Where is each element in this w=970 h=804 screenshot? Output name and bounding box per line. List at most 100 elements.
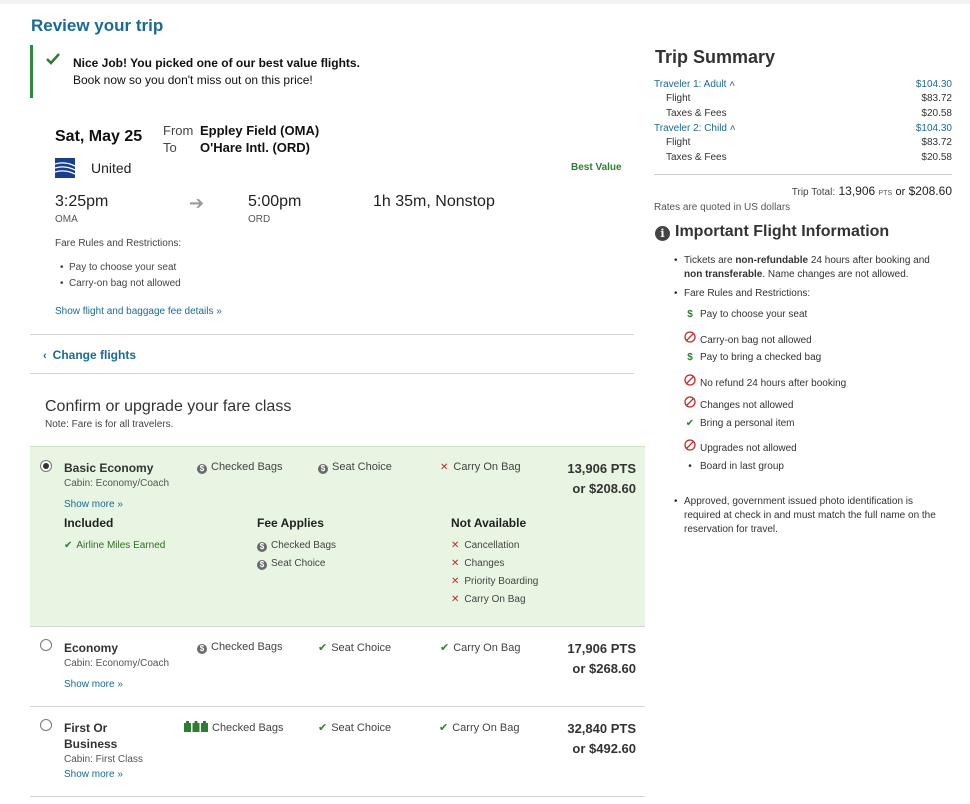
important-info-title: i Important Flight Information — [655, 223, 889, 241]
fee-label: Checked Bags — [271, 540, 337, 551]
fare-name-line2: Business — [64, 737, 118, 751]
chevron-left-icon: ‹ — [43, 350, 47, 362]
feature-label: Seat Choice — [332, 461, 392, 473]
traveler-1-total: $104.30 — [915, 79, 952, 90]
check-icon: ✔ — [64, 540, 73, 551]
important-info-label: Important Flight Information — [675, 223, 890, 240]
cost-amount: $20.58 — [921, 108, 952, 119]
na-item: ✕ Cancellation — [451, 540, 519, 551]
flight-date: Sat, May 25 — [55, 128, 143, 145]
na-label: Priority Boarding — [464, 576, 539, 587]
cost-label: Taxes & Fees — [666, 108, 727, 119]
origin-airport: Eppley Field (OMA) — [200, 123, 320, 138]
check-icon: ✔ — [439, 722, 449, 734]
banner-headline: Nice Job! You picked one of our best val… — [73, 56, 360, 70]
rule-label: No refund 24 hours after booking — [700, 378, 847, 389]
currency-note: Rates are quoted in US dollars — [654, 202, 791, 213]
traveler-2-label: Traveler 2: Child ˄ — [654, 123, 736, 134]
na-label: Carry On Bag — [464, 594, 526, 605]
cost-amount: $83.72 — [921, 137, 952, 148]
policy-bold: non-refundable — [735, 255, 809, 266]
dollar-icon: $ — [687, 309, 693, 320]
fee-applies-heading: Fee Applies — [257, 516, 324, 530]
info-rule: No refund 24 hours after booking — [684, 374, 846, 389]
fare-points: 13,906 PTS — [567, 461, 636, 476]
id-text: required at check in and must match the … — [684, 510, 936, 521]
feature-label: Carry On Bag — [453, 642, 521, 654]
rule-label: Board in last group — [700, 461, 784, 472]
included-heading: Included — [64, 516, 114, 530]
cost-label: Taxes & Fees — [666, 152, 727, 163]
na-label: Cancellation — [464, 540, 520, 551]
flight-duration: 1h 35m, Nonstop — [373, 193, 495, 210]
traveler-2-total: $104.30 — [915, 123, 952, 134]
trip-summary-title: Trip Summary — [655, 47, 776, 67]
rule-label: Pay to choose your seat — [700, 309, 808, 320]
x-icon: ✕ — [440, 462, 449, 473]
fare-cash: or $208.60 — [572, 481, 636, 496]
feature-label: Seat Choice — [331, 722, 392, 734]
fare-cabin: Cabin: Economy/Coach — [64, 478, 170, 489]
show-more-link[interactable]: Show more » — [64, 499, 123, 510]
x-icon: ✕ — [451, 576, 460, 587]
policy-text: . Name changes are not allowed. — [762, 269, 909, 280]
fare-rules-heading: Fare Rules and Restrictions: — [55, 238, 182, 249]
banner-subtext: Book now so you don't miss out on this p… — [73, 73, 313, 87]
feature-label: Checked Bags — [212, 722, 284, 734]
change-flights-link[interactable]: ‹ Change flights — [43, 348, 136, 362]
traveler-1-label: Traveler 1: Adult ˄ — [654, 79, 736, 90]
dollar-icon: $ — [197, 464, 207, 474]
bullet-icon: • — [688, 461, 692, 472]
check-icon: ✔ — [685, 418, 695, 429]
policy-bold: non transferable — [684, 269, 763, 280]
show-flight-details-link[interactable]: Show flight and baggage fee details » — [55, 306, 222, 317]
top-bar — [0, 0, 970, 4]
info-rule: ✔ Bring a personal item — [684, 418, 795, 429]
trip-total-cash: $208.60 — [908, 184, 952, 198]
depart-code: OMA — [55, 214, 78, 225]
divider — [30, 796, 645, 797]
depart-time: 3:25pm — [55, 193, 109, 210]
arrive-code: ORD — [248, 214, 271, 225]
check-icon — [46, 53, 60, 65]
airline-logo-icon — [55, 158, 75, 178]
x-icon: ✕ — [451, 594, 460, 605]
fare-radio-economy[interactable] — [40, 639, 52, 651]
fare-radio-basic-economy[interactable] — [40, 460, 52, 472]
fare-cash: or $492.60 — [572, 741, 636, 756]
fare-points: 32,840 PTS — [567, 721, 636, 736]
fare-radio-first-business[interactable] — [40, 719, 52, 731]
cost-amount: $20.58 — [921, 152, 952, 163]
feature-seat-choice: ✔ Seat Choice — [318, 641, 391, 654]
traveler-1-row[interactable]: Traveler 1: Adult ˄ $104.30 — [654, 79, 952, 93]
feature-seat-choice: ✔ Seat Choice — [318, 721, 391, 734]
fare-cash: or $268.60 — [572, 661, 636, 676]
cost-amount: $83.72 — [921, 93, 952, 104]
fare-name-line1: First Or — [64, 721, 108, 735]
x-icon: ✕ — [451, 558, 460, 569]
fare-cabin: Cabin: First Class — [64, 754, 143, 765]
traveler-2-row[interactable]: Traveler 2: Child ˄ $104.30 — [654, 123, 952, 137]
show-more-link[interactable]: Show more » — [64, 769, 123, 780]
best-value-badge: Best Value — [571, 162, 622, 173]
fare-cabin: Cabin: Economy/Coach — [64, 658, 170, 669]
rule-label: Upgrades not allowed — [700, 443, 797, 454]
feature-label: Checked Bags — [211, 641, 283, 653]
prohibited-icon — [684, 331, 696, 346]
feature-checked-bags: $ Checked Bags — [197, 461, 283, 474]
best-value-banner: Nice Job! You picked one of our best val… — [30, 45, 622, 98]
prohibited-icon — [684, 439, 696, 454]
taxes-row: Taxes & Fees $20.58 — [654, 108, 952, 122]
dollar-icon: $ — [197, 644, 207, 654]
dollar-icon: $ — [257, 560, 267, 570]
na-item: ✕ Changes — [451, 558, 504, 569]
fare-name: Economy — [64, 641, 119, 655]
from-label: From — [163, 123, 194, 138]
fare-section-note: Note: Fare is for all travelers. — [45, 419, 174, 430]
feature-carry-on: ✔ Carry On Bag — [439, 721, 519, 734]
feature-label: Seat Choice — [331, 642, 392, 654]
feature-label: Carry On Bag — [452, 722, 520, 734]
show-more-link[interactable]: Show more » — [64, 679, 123, 690]
id-text: Approved, government issued photo identi… — [684, 496, 914, 507]
destination-airport: O'Hare Intl. (ORD) — [200, 140, 310, 155]
